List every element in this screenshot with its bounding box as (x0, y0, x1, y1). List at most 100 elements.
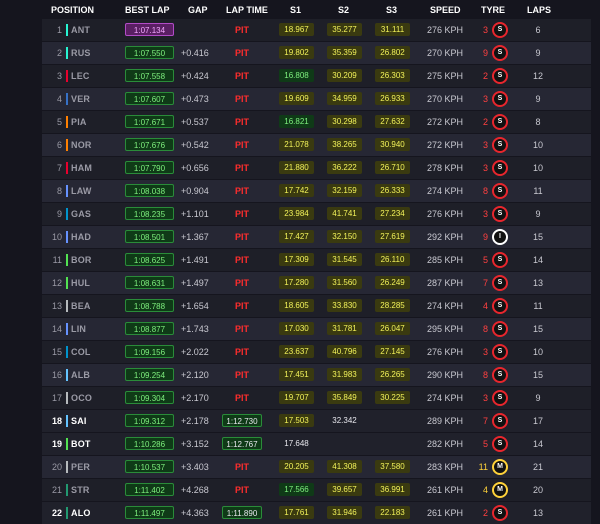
tyre-age: 7 (482, 278, 488, 288)
header-speed[interactable]: SPEED (430, 5, 461, 15)
position-number: 19 (51, 439, 62, 449)
table-row[interactable]: 10 HAD 1:08.501 +1.367 PIT 17.427 32.150 27.619… (42, 226, 591, 248)
driver-code[interactable]: ALB (71, 370, 90, 380)
team-color-bar (66, 24, 68, 36)
position-number: 8 (56, 186, 62, 196)
sector-1-time: 17.503 (279, 414, 314, 427)
driver-code[interactable]: HUL (71, 278, 90, 288)
table-row[interactable]: 3 LEC 1:07.558 +0.424 PIT 16.808 30.209 26.303 2… (42, 65, 591, 87)
speed-value: 274 KPH (427, 301, 464, 311)
pit-status: PIT (234, 462, 249, 472)
soft-tyre-icon: S (492, 298, 508, 314)
driver-code[interactable]: LAW (71, 186, 92, 196)
header-s1[interactable]: S1 (290, 5, 301, 15)
soft-tyre-icon: S (492, 114, 508, 130)
table-row[interactable]: 9 GAS 1:08.235 +1.101 PIT 23.984 41.741 27.234 2… (42, 203, 591, 225)
sector-3-time: 36.991 (375, 483, 410, 496)
table-row[interactable]: 5 PIA 1:07.671 +0.537 PIT 16.821 30.298 27.632 2… (42, 111, 591, 133)
gap-value: +0.904 (181, 186, 209, 196)
driver-code[interactable]: BOR (71, 255, 92, 265)
sector-2-time: 30.298 (327, 115, 362, 128)
table-row[interactable]: 13 BEA 1:08.788 +1.654 PIT 18.605 33.830 28.285… (42, 295, 591, 317)
driver-code[interactable]: COL (71, 347, 91, 357)
sector-1-time: 17.309 (279, 253, 314, 266)
driver-code[interactable]: ANT (71, 25, 90, 35)
best-lap-time: 1:10.286 (125, 437, 174, 450)
table-row[interactable]: 14 LIN 1:08.877 +1.743 PIT 17.030 31.781 26.047… (42, 318, 591, 340)
table-row[interactable]: 4 VER 1:07.607 +0.473 PIT 19.609 34.959 26.933 2… (42, 88, 591, 110)
driver-code[interactable]: VER (71, 94, 90, 104)
driver-code[interactable]: LIN (71, 324, 86, 334)
position-number: 4 (56, 94, 62, 104)
header-lap-time[interactable]: LAP TIME (226, 5, 268, 15)
speed-value: 290 KPH (427, 370, 464, 380)
pit-status: PIT (234, 186, 249, 196)
driver-code[interactable]: GAS (71, 209, 91, 219)
driver-code[interactable]: PIA (71, 117, 87, 127)
gap-value: +1.367 (181, 232, 209, 242)
header-laps[interactable]: LAPS (527, 5, 551, 15)
team-color-bar (66, 438, 68, 450)
laps-count: 11 (533, 186, 543, 196)
best-lap-time: 1:09.312 (125, 414, 174, 427)
laps-count: 6 (535, 25, 541, 35)
table-row[interactable]: 2 RUS 1:07.550 +0.416 PIT 19.802 35.359 26.802 2… (42, 42, 591, 64)
table-row[interactable]: 11 BOR 1:08.625 +1.491 PIT 17.309 31.545 26.110… (42, 249, 591, 271)
pit-status: PIT (234, 393, 249, 403)
table-row[interactable]: 21 STR 1:11.402 +4.268 PIT 17.566 39.657 36.991… (42, 479, 591, 501)
position-number: 12 (51, 278, 62, 288)
driver-code[interactable]: PER (71, 462, 90, 472)
position-number: 6 (56, 140, 62, 150)
table-row[interactable]: 6 NOR 1:07.676 +0.542 PIT 21.078 38.265 30.940 2… (42, 134, 591, 156)
position-number: 11 (52, 255, 62, 265)
tyre-age: 2 (482, 71, 488, 81)
gap-value: +4.363 (181, 508, 209, 518)
header-tyre[interactable]: TYRE (481, 5, 505, 15)
table-row[interactable]: 7 HAM 1:07.790 +0.656 PIT 21.880 36.222 26.710 2… (42, 157, 591, 179)
driver-code[interactable]: NOR (71, 140, 92, 150)
table-row[interactable]: 8 LAW 1:08.038 +0.904 PIT 17.742 32.159 26.333 2… (42, 180, 591, 202)
driver-code[interactable]: BEA (71, 301, 91, 311)
table-row[interactable]: 20 PER 1:10.537 +3.403 PIT 20.205 41.308 37.580… (42, 456, 591, 478)
driver-code[interactable]: BOT (71, 439, 91, 449)
gap-value: +0.473 (181, 94, 209, 104)
sector-1-time: 16.821 (279, 115, 314, 128)
table-row[interactable]: 16 ALB 1:09.254 +2.120 PIT 17.451 31.983 26.265… (42, 364, 591, 386)
driver-code[interactable]: SAI (71, 416, 87, 426)
sector-2-time: 36.222 (327, 161, 362, 174)
best-lap-time: 1:07.790 (125, 161, 174, 174)
header-s2[interactable]: S2 (338, 5, 349, 15)
tyre-age: 8 (482, 186, 488, 196)
header-s3[interactable]: S3 (386, 5, 397, 15)
driver-code[interactable]: LEC (71, 71, 90, 81)
tyre-age: 4 (482, 485, 488, 495)
table-row[interactable]: 1 ANT 1:07.134 PIT 18.967 35.277 31.111 276 KPH… (42, 19, 591, 41)
best-lap-time: 1:08.501 (125, 230, 174, 243)
soft-tyre-icon: S (492, 91, 508, 107)
table-row[interactable]: 19 BOT 1:10.286 +3.152 1:12.767 17.648 282 KPH… (42, 433, 591, 455)
laps-count: 11 (533, 301, 543, 311)
gap-value: +0.537 (181, 117, 209, 127)
sector-1-time: 18.605 (279, 299, 314, 312)
pit-status: PIT (234, 71, 249, 81)
table-row[interactable]: 18 SAI 1:09.312 +2.178 1:12.730 17.503 32.342 2… (42, 410, 591, 432)
table-row[interactable]: 22 ALO 1:11.497 +4.363 1:11.890 17.761 31.946 2… (42, 502, 591, 524)
driver-code[interactable]: HAD (71, 232, 91, 242)
sector-1-time: 17.566 (279, 483, 314, 496)
speed-value: 292 KPH (427, 232, 464, 242)
team-color-bar (66, 461, 68, 473)
team-color-bar (66, 231, 68, 243)
table-row[interactable]: 12 HUL 1:08.631 +1.497 PIT 17.280 31.560 26.249… (42, 272, 591, 294)
header-best-lap[interactable]: BEST LAP (125, 5, 170, 15)
header-gap[interactable]: GAP (188, 5, 208, 15)
table-row[interactable]: 17 OCO 1:09.304 +2.170 PIT 19.707 35.849 30.225… (42, 387, 591, 409)
gap-value: +3.403 (181, 462, 209, 472)
driver-code[interactable]: OCO (71, 393, 92, 403)
driver-code[interactable]: HAM (71, 163, 92, 173)
driver-code[interactable]: RUS (71, 48, 91, 58)
driver-code[interactable]: STR (71, 485, 90, 495)
driver-code[interactable]: ALO (71, 508, 91, 518)
table-row[interactable]: 15 COL 1:09.156 +2.022 PIT 23.637 40.796 27.145… (42, 341, 591, 363)
header-position[interactable]: POSITION (51, 5, 94, 15)
gap-value: +4.268 (181, 485, 209, 495)
